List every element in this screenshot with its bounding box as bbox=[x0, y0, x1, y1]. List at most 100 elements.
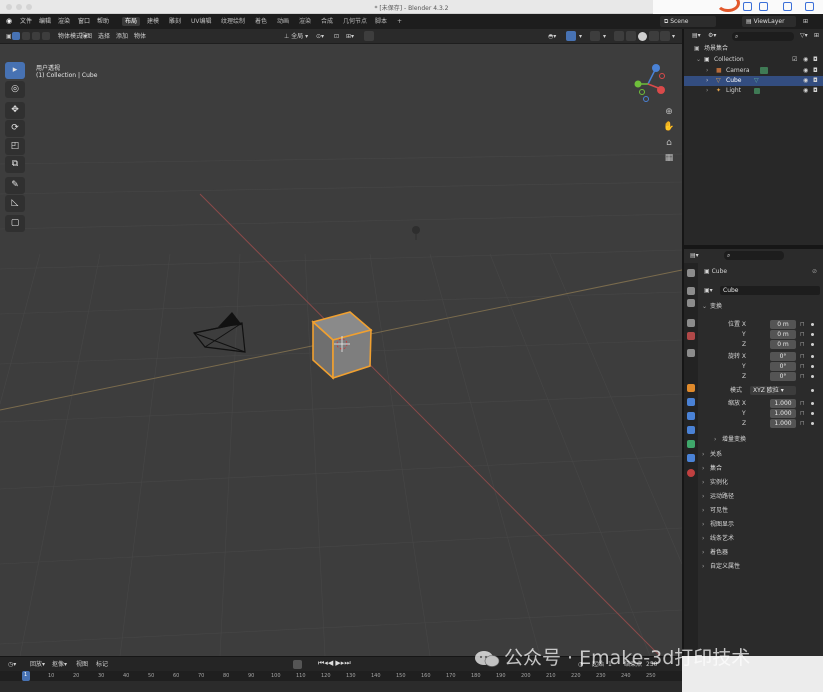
scene-collection-row[interactable]: ▣ 场景集合 bbox=[684, 44, 823, 54]
lock-icon[interactable]: ⊓ bbox=[800, 331, 805, 338]
section-instancing[interactable]: › 实例化 bbox=[702, 477, 822, 489]
move-tool-icon[interactable]: ✥ bbox=[5, 102, 25, 119]
expand-icon[interactable]: ⌄ bbox=[696, 55, 701, 65]
tab-geometry-nodes[interactable]: 几何节点 bbox=[340, 17, 370, 26]
timeline-editor-icon[interactable]: ◷▾ bbox=[8, 660, 16, 669]
pan-hand-icon[interactable]: ✋ bbox=[663, 121, 675, 133]
lock-icon[interactable]: ⊓ bbox=[800, 353, 805, 360]
keyframe-dot-icon[interactable] bbox=[811, 333, 814, 336]
keyframe-dot-icon[interactable] bbox=[811, 365, 814, 368]
world-tab-icon[interactable] bbox=[687, 349, 695, 357]
3d-viewport[interactable]: 用户透视 (1) Collection | Cube ⊕ ✋ ⌂ ▦ bbox=[0, 44, 682, 656]
scene-selector[interactable]: ⧉ Scene bbox=[660, 16, 716, 27]
menu-help[interactable]: 帮助 bbox=[97, 17, 109, 26]
shading-dropdown-icon[interactable]: ▾ bbox=[672, 32, 675, 41]
camera-render-icon[interactable]: ◘ bbox=[813, 76, 818, 86]
menu-edit[interactable]: 编辑 bbox=[39, 17, 51, 26]
snap-target-icon[interactable]: ⊞▾ bbox=[346, 32, 354, 41]
modifier-tab-icon[interactable] bbox=[687, 398, 695, 406]
tray-icon[interactable] bbox=[759, 2, 768, 11]
view-layer-add-icon[interactable]: ⊞ bbox=[803, 17, 808, 26]
rotation-x-field[interactable]: 0° bbox=[770, 352, 796, 361]
view-layer-tab-icon[interactable] bbox=[687, 319, 695, 327]
keyframe-dot-icon[interactable] bbox=[811, 412, 814, 415]
checkbox-icon[interactable]: ☑ bbox=[792, 55, 797, 65]
record-icon[interactable] bbox=[293, 660, 302, 669]
gizmo-dropdown-icon[interactable]: ▾ bbox=[579, 32, 582, 41]
tab-sculpting[interactable]: 雕刻 bbox=[166, 17, 184, 26]
camera-render-icon[interactable]: ◘ bbox=[813, 66, 818, 76]
gizmo-toggle-icon[interactable] bbox=[566, 31, 576, 41]
outliner-item-camera[interactable]: › ■ Camera ◉ ◘ bbox=[684, 66, 823, 76]
keyframe-dot-icon[interactable] bbox=[811, 343, 814, 346]
menu-keying[interactable]: 抠像▾ bbox=[52, 660, 67, 669]
scale-z-field[interactable]: 1.000 bbox=[770, 419, 796, 428]
shading-solid-icon[interactable] bbox=[638, 32, 647, 41]
object-name-field[interactable]: Cube bbox=[720, 286, 820, 295]
scale-tool-icon[interactable]: ◰ bbox=[5, 138, 25, 155]
datablock-icon[interactable]: ▣▾ bbox=[704, 286, 713, 295]
visibility-dropdown-icon[interactable]: ◓▾ bbox=[548, 32, 556, 41]
section-line-art[interactable]: › 线条艺术 bbox=[702, 533, 822, 545]
snap-icon[interactable]: ⊡ bbox=[334, 32, 339, 41]
menu-file[interactable]: 文件 bbox=[20, 17, 32, 26]
eye-icon[interactable]: ◉ bbox=[803, 66, 808, 76]
rotation-mode-dropdown[interactable]: XYZ 欧拉 ▾ bbox=[750, 386, 796, 395]
section-viewport-display[interactable]: › 视图显示 bbox=[702, 519, 822, 531]
light-object[interactable] bbox=[412, 226, 420, 240]
navigation-gizmo[interactable] bbox=[634, 64, 666, 102]
playhead[interactable]: 1 bbox=[22, 671, 30, 681]
scale-x-field[interactable]: 1.000 bbox=[770, 399, 796, 408]
lock-icon[interactable]: ⊓ bbox=[800, 400, 805, 407]
shading-material-icon[interactable] bbox=[649, 31, 659, 41]
expand-icon[interactable]: › bbox=[706, 76, 708, 86]
eye-icon[interactable]: ◉ bbox=[803, 86, 808, 96]
data-tab-icon[interactable] bbox=[687, 454, 695, 462]
properties-editor-icon[interactable]: ▤▾ bbox=[690, 251, 699, 260]
tab-modeling[interactable]: 建模 bbox=[144, 17, 162, 26]
expand-icon[interactable]: › bbox=[706, 66, 708, 76]
physics-tab-icon[interactable] bbox=[687, 426, 695, 434]
ortho-toggle-icon[interactable]: ▦ bbox=[663, 152, 675, 164]
tab-animation[interactable]: 动画 bbox=[274, 17, 292, 26]
camera-render-icon[interactable]: ◘ bbox=[813, 55, 818, 65]
camera-view-icon[interactable]: ⌂ bbox=[663, 137, 675, 149]
outliner-search-input[interactable]: ⌕ bbox=[732, 32, 794, 41]
keyframe-dot-icon[interactable] bbox=[811, 323, 814, 326]
keyframe-dot-icon[interactable] bbox=[811, 375, 814, 378]
menu-view[interactable]: 视图 bbox=[80, 32, 92, 41]
outliner-editor-icon[interactable]: ▤▾ bbox=[692, 31, 701, 41]
menu-window[interactable]: 窗口 bbox=[78, 17, 90, 26]
lock-icon[interactable]: ⊓ bbox=[800, 420, 805, 427]
outliner-filter-icon[interactable]: ⚙▾ bbox=[708, 31, 716, 41]
scale-y-field[interactable]: 1.000 bbox=[770, 409, 796, 418]
transform-orientation-dropdown[interactable]: ⊥ 全局 ▾ bbox=[284, 32, 308, 41]
scene-tab-icon[interactable] bbox=[687, 332, 695, 340]
expand-icon[interactable]: › bbox=[706, 86, 708, 96]
menu-marker[interactable]: 标记 bbox=[96, 660, 108, 669]
delta-transform-section[interactable]: › 增量变换 bbox=[714, 434, 823, 446]
properties-search-input[interactable]: ⌕ bbox=[724, 251, 784, 260]
xray-toggle-icon[interactable] bbox=[614, 31, 624, 41]
blender-logo-icon[interactable]: ◉ bbox=[6, 17, 12, 26]
tray-icon[interactable] bbox=[743, 2, 752, 11]
keyframe-dot-icon[interactable] bbox=[811, 422, 814, 425]
lock-icon[interactable]: ⊓ bbox=[800, 373, 805, 380]
tab-layout[interactable]: 布局 bbox=[122, 17, 141, 26]
pin-icon[interactable]: ⊘ bbox=[812, 267, 817, 276]
tab-scripting[interactable]: 脚本 bbox=[372, 17, 390, 26]
section-collections[interactable]: › 集合 bbox=[702, 463, 822, 475]
menu-select[interactable]: 选择 bbox=[98, 32, 110, 41]
tool-tab-icon[interactable] bbox=[687, 269, 695, 277]
keyframe-dot-icon[interactable] bbox=[811, 402, 814, 405]
gizmo-x-icon[interactable] bbox=[657, 86, 665, 94]
camera-object[interactable] bbox=[192, 312, 246, 353]
lock-icon[interactable]: ⊓ bbox=[800, 410, 805, 417]
shading-rendered-icon[interactable] bbox=[660, 31, 670, 41]
shading-wireframe-icon[interactable] bbox=[626, 31, 636, 41]
collection-row[interactable]: ⌄ ▣ Collection ☑ ◉ ◘ bbox=[684, 55, 823, 65]
outliner-item-light[interactable]: › ✦ Light ◉ ◘ bbox=[684, 86, 823, 96]
overlay-toggle-icon[interactable] bbox=[590, 31, 600, 41]
tab-rendering[interactable]: 渲染 bbox=[296, 17, 314, 26]
section-custom-properties[interactable]: › 自定义属性 bbox=[702, 561, 822, 573]
